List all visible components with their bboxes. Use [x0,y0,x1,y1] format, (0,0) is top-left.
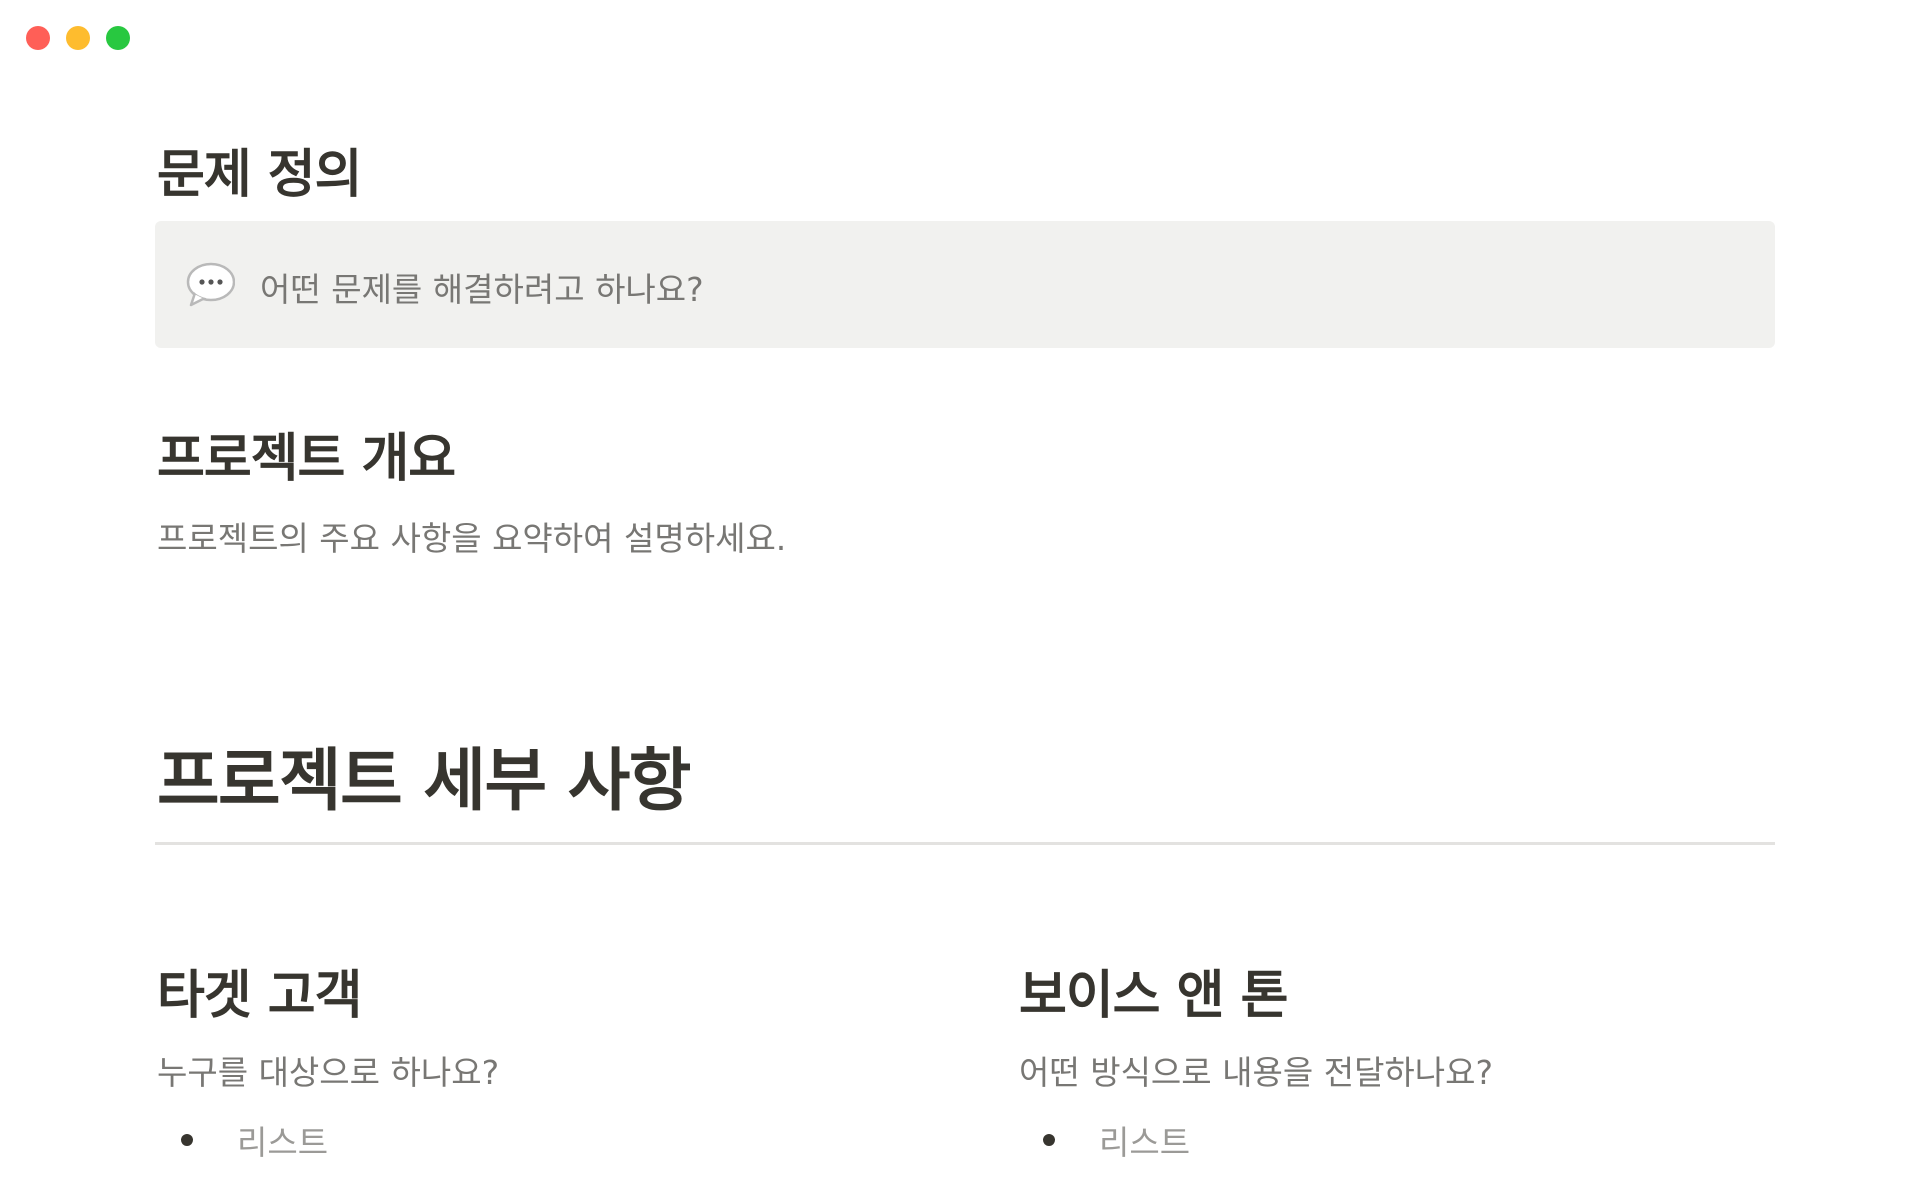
target-heading[interactable]: 타겟 고객 [157,953,362,1028]
section-divider [155,842,1775,845]
target-description[interactable]: 누구를 대상으로 하나요? [157,1046,499,1094]
window-controls [26,26,130,50]
problem-callout-text[interactable]: 어떤 문제를 해결하려고 하나요? [260,263,704,311]
close-window-button[interactable] [26,26,50,50]
app-window: 문제 정의 어떤 문제를 해결하려고 하나요? 프로젝트 개요 프로젝트의 주요… [0,0,1920,1200]
voice-list-item-text[interactable]: 리스트 [1099,1116,1190,1164]
voice-description[interactable]: 어떤 방식으로 내용을 전달하나요? [1019,1046,1493,1094]
voice-list-item[interactable]: 리스트 [1017,1116,1190,1164]
speech-balloon-icon [186,262,235,307]
target-list-item[interactable]: 리스트 [155,1116,328,1164]
problem-heading[interactable]: 문제 정의 [157,132,362,207]
overview-description[interactable]: 프로젝트의 주요 사항을 요약하여 설명하세요. [157,512,786,560]
bullet-icon [181,1134,193,1146]
zoom-window-button[interactable] [106,26,130,50]
bullet-icon [1043,1134,1055,1146]
minimize-window-button[interactable] [66,26,90,50]
voice-heading[interactable]: 보이스 앤 톤 [1019,953,1288,1028]
target-list-item-text[interactable]: 리스트 [237,1116,328,1164]
details-heading[interactable]: 프로젝트 세부 사항 [157,725,691,824]
overview-heading[interactable]: 프로젝트 개요 [157,416,456,491]
problem-callout[interactable]: 어떤 문제를 해결하려고 하나요? [155,221,1775,348]
